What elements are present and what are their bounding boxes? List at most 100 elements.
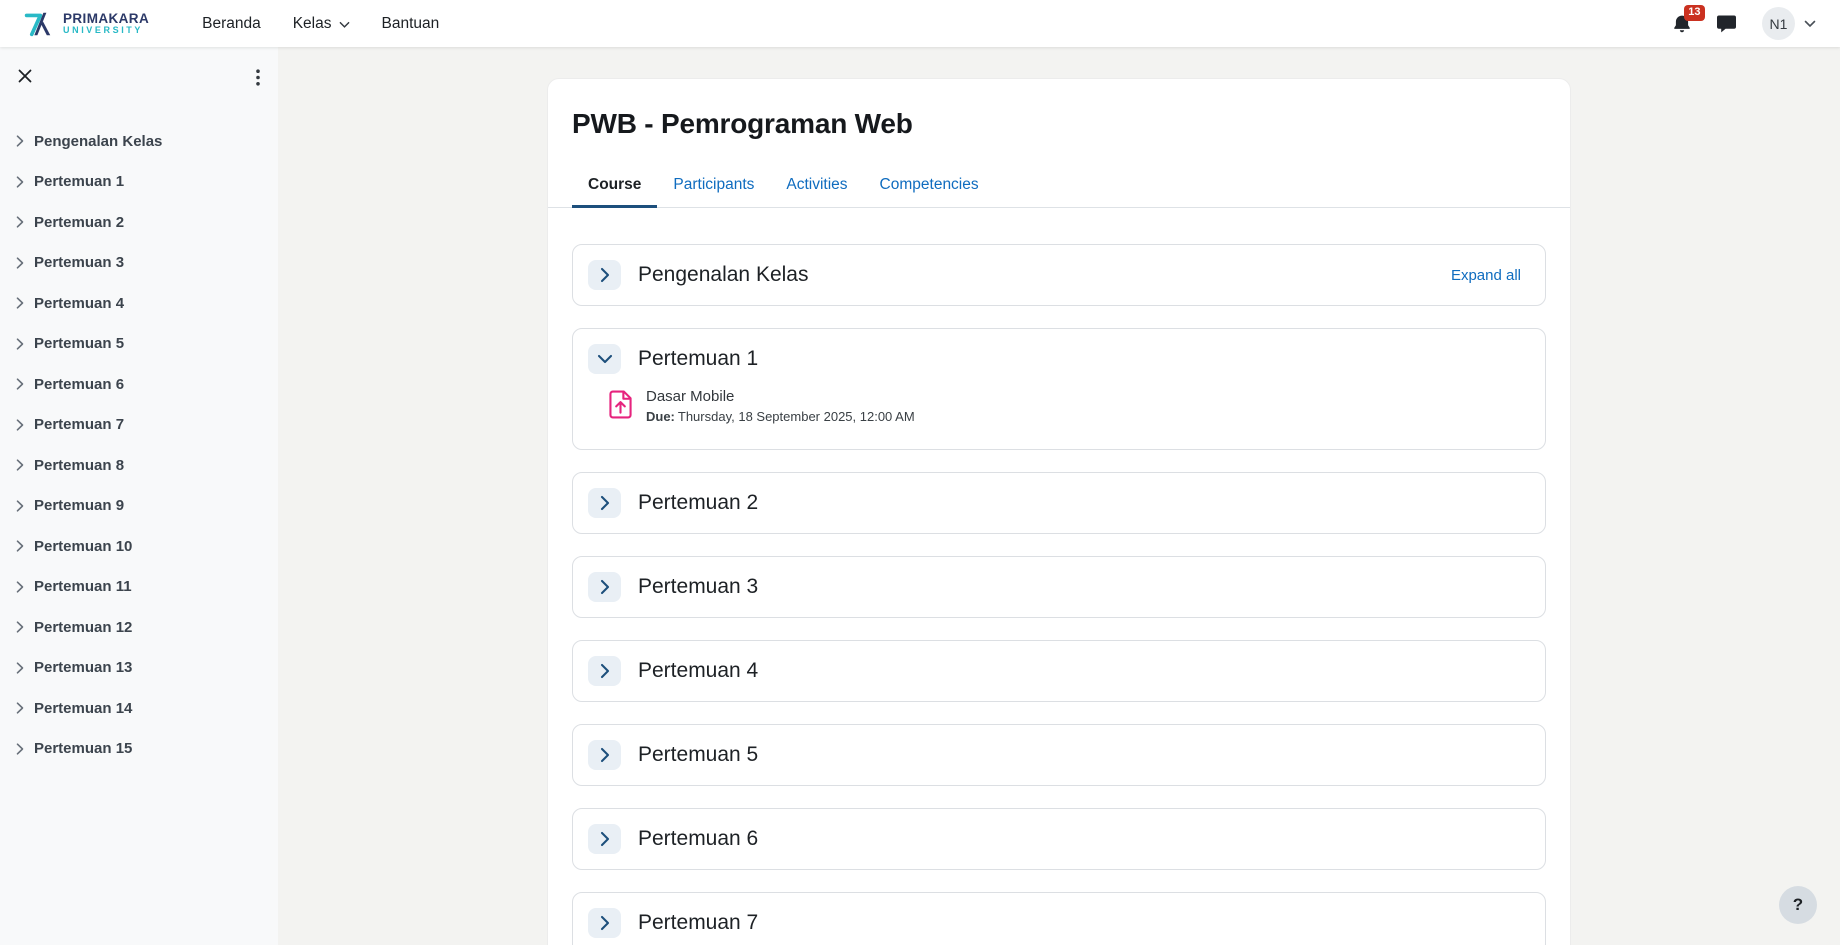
section-title: Pertemuan 1 <box>638 347 758 371</box>
course-index-item-label: Pertemuan 14 <box>34 700 132 717</box>
course-index-item-label: Pertemuan 11 <box>34 578 132 595</box>
primakara-logo-mark <box>24 10 55 38</box>
course-index-item[interactable]: Pertemuan 1 <box>0 162 278 203</box>
course-tabs: Course Participants Activities Competenc… <box>548 167 1570 208</box>
chevron-right-icon <box>16 338 24 350</box>
course-index-item[interactable]: Pertemuan 3 <box>0 243 278 284</box>
course-index-item[interactable]: Pertemuan 8 <box>0 445 278 486</box>
course-index-item[interactable]: Pertemuan 4 <box>0 283 278 324</box>
course-index-item-label: Pertemuan 9 <box>34 497 124 514</box>
section-chevron-icon <box>597 354 613 364</box>
chevron-right-icon <box>16 257 24 269</box>
course-index-item-label: Pengenalan Kelas <box>34 133 162 150</box>
chevron-right-icon <box>16 581 24 593</box>
drawer-options-button[interactable] <box>252 65 264 90</box>
course-tab-label: Course <box>588 176 641 193</box>
messages-button[interactable] <box>1707 8 1746 40</box>
course-index-item-label: Pertemuan 6 <box>34 376 124 393</box>
chevron-right-icon <box>16 662 24 674</box>
expand-all-link[interactable]: Expand all <box>1451 267 1521 284</box>
section-activities: Dasar Mobile Due:Thursday, 18 September … <box>588 374 1521 434</box>
course-index-item-label: Pertemuan 8 <box>34 457 124 474</box>
course-index-list: Pengenalan Kelas Pertemuan 1 Pertemuan 2 <box>0 121 278 769</box>
notifications-button[interactable]: 13 <box>1663 8 1701 40</box>
course-index-item[interactable]: Pertemuan 5 <box>0 324 278 365</box>
section-toggle-button[interactable] <box>588 656 621 686</box>
section-toggle-button[interactable] <box>588 488 621 518</box>
course-section-card: Pertemuan 7 <box>572 892 1546 945</box>
due-label: Due: <box>646 409 675 424</box>
section-title: Pertemuan 6 <box>638 827 758 851</box>
chevron-right-icon <box>16 540 24 552</box>
main-content: PWB - Pemrograman Web Course Participant… <box>278 47 1840 945</box>
section-title: Pertemuan 7 <box>638 911 758 935</box>
course-index-item-label: Pertemuan 15 <box>34 740 132 757</box>
course-index-item[interactable]: Pertemuan 14 <box>0 688 278 729</box>
course-index-item-label: Pertemuan 3 <box>34 254 124 271</box>
chevron-right-icon <box>16 500 24 512</box>
course-section-card: Pertemuan 5 <box>572 724 1546 786</box>
chevron-down-icon <box>339 21 350 29</box>
course-index-drawer: Pengenalan Kelas Pertemuan 1 Pertemuan 2 <box>0 47 278 945</box>
nav-link[interactable]: Beranda <box>189 7 274 41</box>
chevron-right-icon <box>16 702 24 714</box>
chat-icon <box>1716 14 1737 34</box>
course-index-item-label: Pertemuan 7 <box>34 416 124 433</box>
course-index-item[interactable]: Pengenalan Kelas <box>0 121 278 162</box>
course-index-item[interactable]: Pertemuan 11 <box>0 567 278 608</box>
course-index-item[interactable]: Pertemuan 6 <box>0 364 278 405</box>
course-index-item[interactable]: Pertemuan 15 <box>0 729 278 770</box>
course-section-card: Pertemuan 1 <box>572 328 1546 450</box>
kebab-menu-icon <box>256 69 260 86</box>
chevron-right-icon <box>16 176 24 188</box>
section-chevron-icon <box>600 579 610 595</box>
section-toggle-button[interactable] <box>588 824 621 854</box>
nav-link-label: Bantuan <box>382 15 440 33</box>
section-chevron-icon <box>600 495 610 511</box>
help-button[interactable]: ? <box>1779 886 1817 924</box>
section-chevron-icon <box>600 831 610 847</box>
course-tab[interactable]: Activities <box>770 167 863 208</box>
due-value: Thursday, 18 September 2025, 12:00 AM <box>678 409 915 424</box>
course-index-item-label: Pertemuan 4 <box>34 295 124 312</box>
course-section-card: Pertemuan 3 <box>572 556 1546 618</box>
course-index-item[interactable]: Pertemuan 10 <box>0 526 278 567</box>
user-menu[interactable]: N1 <box>1752 3 1818 44</box>
course-tab[interactable]: Competencies <box>864 167 995 208</box>
section-toggle-button[interactable] <box>588 908 621 938</box>
course-index-item-label: Pertemuan 13 <box>34 659 132 676</box>
chevron-down-icon <box>1804 20 1816 28</box>
course-section-card: Pertemuan 4 <box>572 640 1546 702</box>
primary-nav: Beranda Kelas Bantuan <box>189 7 452 41</box>
nav-link[interactable]: Kelas <box>280 7 363 41</box>
nav-link[interactable]: Bantuan <box>369 7 453 41</box>
course-index-item[interactable]: Pertemuan 9 <box>0 486 278 527</box>
section-toggle-button[interactable] <box>588 740 621 770</box>
chevron-right-icon <box>16 297 24 309</box>
course-index-item-label: Pertemuan 2 <box>34 214 124 231</box>
course-index-item[interactable]: Pertemuan 2 <box>0 202 278 243</box>
course-index-item[interactable]: Pertemuan 12 <box>0 607 278 648</box>
section-toggle-button[interactable] <box>588 260 621 290</box>
course-tab[interactable]: Participants <box>657 167 770 208</box>
nav-link-label: Beranda <box>202 15 261 33</box>
chevron-right-icon <box>16 621 24 633</box>
course-index-item-label: Pertemuan 12 <box>34 619 132 636</box>
section-title: Pertemuan 4 <box>638 659 758 683</box>
section-toggle-button[interactable] <box>588 344 621 374</box>
course-index-item[interactable]: Pertemuan 13 <box>0 648 278 689</box>
course-index-item-label: Pertemuan 1 <box>34 173 124 190</box>
top-navbar: PRIMAKARA UNIVERSITY Beranda Kelas Bantu… <box>0 0 1840 47</box>
section-toggle-button[interactable] <box>588 572 621 602</box>
section-chevron-icon <box>600 267 610 283</box>
course-tab[interactable]: Course <box>572 167 657 208</box>
close-icon <box>18 69 32 83</box>
course-index-item-label: Pertemuan 10 <box>34 538 132 555</box>
chevron-right-icon <box>16 378 24 390</box>
close-drawer-button[interactable] <box>14 65 36 87</box>
primakara-logo[interactable]: PRIMAKARA UNIVERSITY <box>24 10 149 38</box>
course-tab-label: Participants <box>673 176 754 193</box>
activity-name-link[interactable]: Dasar Mobile <box>646 388 915 405</box>
course-index-item[interactable]: Pertemuan 7 <box>0 405 278 446</box>
user-avatar: N1 <box>1762 7 1795 40</box>
